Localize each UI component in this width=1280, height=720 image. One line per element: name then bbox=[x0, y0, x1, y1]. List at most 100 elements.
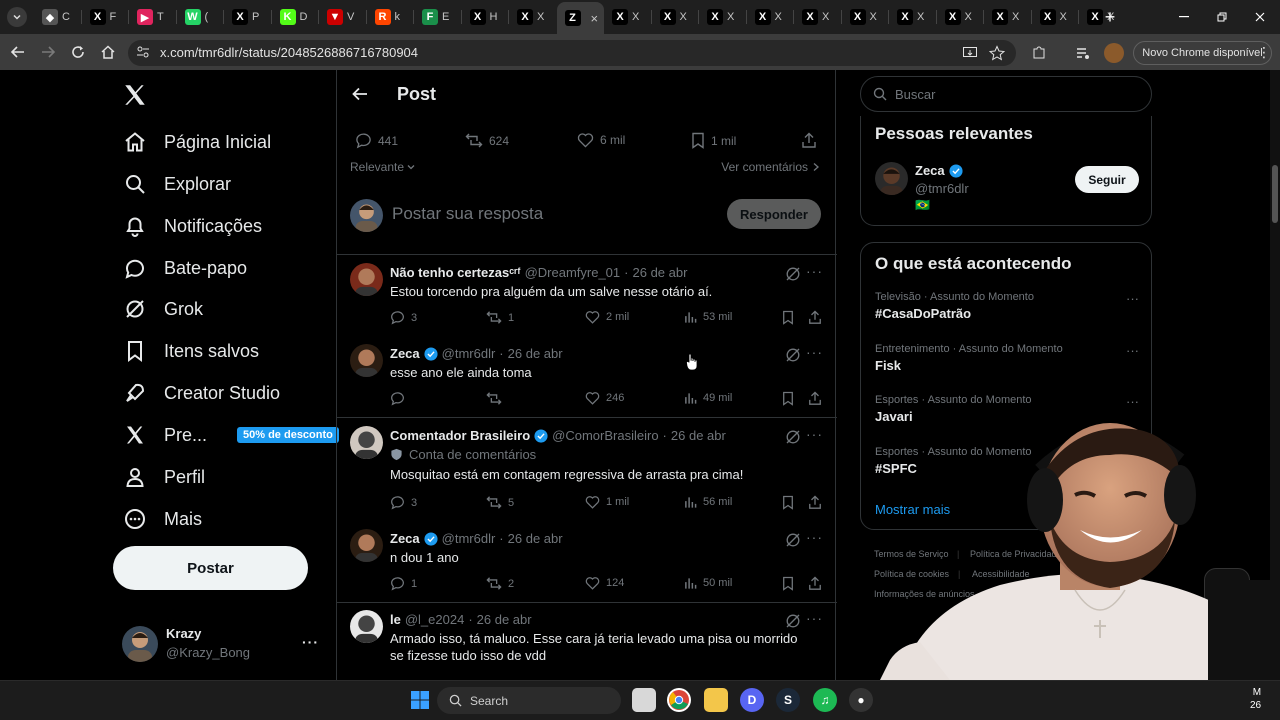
avatar[interactable] bbox=[350, 610, 383, 643]
sidebar-item-bell[interactable]: Notificações bbox=[122, 208, 262, 244]
browser-tab[interactable]: Rk bbox=[367, 4, 415, 30]
more-dots-icon[interactable]: ··· bbox=[1126, 291, 1139, 306]
reply-author-name[interactable]: Zeca bbox=[390, 531, 420, 546]
browser-tab[interactable]: ▶ T bbox=[129, 4, 177, 30]
obs-icon[interactable]: ● bbox=[849, 688, 873, 712]
reply-author-name[interactable]: le bbox=[390, 612, 401, 627]
like-button[interactable]: 246 bbox=[585, 391, 624, 405]
sort-dropdown[interactable]: Relevante bbox=[350, 160, 416, 174]
browser-tab[interactable]: XX bbox=[842, 4, 890, 30]
browser-tab[interactable]: ▼ V bbox=[319, 4, 367, 30]
avatar[interactable] bbox=[875, 162, 908, 195]
reply-author-handle[interactable]: @l_e2024 bbox=[405, 612, 464, 627]
x-logo-icon[interactable] bbox=[122, 82, 148, 108]
spotify-icon[interactable]: ♫ bbox=[813, 688, 837, 712]
repost-count-button[interactable]: 624 bbox=[465, 132, 509, 149]
views-button[interactable]: 49 mil bbox=[684, 391, 732, 405]
reply-button[interactable]: 3 bbox=[390, 495, 417, 510]
grok-icon[interactable] bbox=[785, 429, 801, 445]
grok-icon[interactable] bbox=[785, 613, 801, 629]
browser-tab[interactable]: XF bbox=[82, 4, 130, 30]
sidebar-item-home[interactable]: Página Inicial bbox=[122, 124, 271, 160]
share-button[interactable] bbox=[801, 132, 817, 149]
browser-tab[interactable]: XX bbox=[1032, 4, 1080, 30]
reply-post[interactable]: Comentador Brasileiro @ComorBrasileiro · 26… bbox=[337, 418, 837, 510]
repost-button[interactable] bbox=[486, 391, 508, 406]
install-app-icon[interactable] bbox=[958, 41, 982, 65]
file-explorer-icon[interactable] bbox=[704, 688, 728, 712]
browser-tab[interactable]: FE bbox=[414, 4, 462, 30]
bookmark-button[interactable] bbox=[782, 495, 794, 510]
back-arrow-icon[interactable] bbox=[351, 85, 369, 103]
reply-author-handle[interactable]: @ComorBrasileiro bbox=[552, 428, 658, 443]
sidebar-item-rocket[interactable]: Creator Studio bbox=[122, 375, 280, 411]
grok-icon[interactable] bbox=[785, 532, 801, 548]
avatar[interactable] bbox=[350, 344, 383, 377]
view-comments-link[interactable]: Ver comentários bbox=[721, 160, 820, 174]
sidebar-item-chat[interactable]: Bate-papo bbox=[122, 250, 247, 286]
person-name-row[interactable]: Zeca bbox=[915, 163, 963, 178]
chrome-app-icon[interactable] bbox=[667, 688, 691, 712]
trend-item[interactable]: Entretenimento · Assunto do Momento Fisk ·… bbox=[875, 343, 1145, 373]
views-button[interactable]: 56 mil bbox=[684, 495, 732, 509]
reply-author-handle[interactable]: @Dreamfyre_01 bbox=[525, 265, 621, 280]
more-dots-icon[interactable]: ··· bbox=[1126, 394, 1139, 409]
reply-post[interactable]: le @l_e2024 · 26 de abr ··· Armado isso, tá m… bbox=[337, 603, 837, 680]
account-switcher[interactable]: Krazy @Krazy_Bong ··· bbox=[122, 626, 322, 666]
bookmark-star-icon[interactable] bbox=[985, 41, 1009, 65]
scrollbar-thumb[interactable] bbox=[1272, 165, 1278, 223]
like-button[interactable]: 2 mil bbox=[585, 310, 629, 324]
more-dots-icon[interactable]: ··· bbox=[806, 344, 823, 360]
like-count-button[interactable]: 6 mil bbox=[577, 132, 625, 148]
url-text[interactable]: x.com/tmr6dlr/status/2048526886716780904 bbox=[160, 45, 418, 60]
repost-button[interactable]: 1 bbox=[486, 310, 514, 325]
browser-tab[interactable]: Z × bbox=[556, 2, 604, 34]
site-info-icon[interactable] bbox=[136, 45, 150, 59]
more-dots-icon[interactable]: ··· bbox=[806, 426, 823, 442]
browser-tab[interactable]: XX bbox=[509, 4, 557, 30]
page-scrollbar[interactable] bbox=[1270, 70, 1280, 680]
avatar[interactable] bbox=[350, 263, 383, 296]
repost-button[interactable]: 5 bbox=[486, 495, 514, 510]
reply-composer-input[interactable]: Postar sua resposta bbox=[392, 204, 543, 224]
reply-date[interactable]: 26 de abr bbox=[508, 531, 563, 546]
browser-tab[interactable]: XX bbox=[794, 4, 842, 30]
reload-button[interactable] bbox=[66, 40, 90, 64]
profile-avatar[interactable] bbox=[1104, 43, 1124, 63]
reply-post[interactable]: Zeca @tmr6dlr · 26 de abr ··· n dou 1 ano 1 2 12… bbox=[337, 522, 837, 604]
reply-button[interactable]: 3 bbox=[390, 310, 417, 325]
tab-search-button[interactable] bbox=[0, 0, 34, 34]
task-view-icon[interactable] bbox=[632, 688, 656, 712]
new-tab-button[interactable]: + bbox=[1090, 0, 1130, 34]
reply-date[interactable]: 26 de abr bbox=[633, 265, 688, 280]
sidebar-item-search[interactable]: Explorar bbox=[122, 166, 231, 202]
more-dots-icon[interactable]: ··· bbox=[806, 610, 823, 626]
views-button[interactable]: 50 mil bbox=[684, 576, 732, 590]
restore-button[interactable] bbox=[1202, 0, 1242, 34]
post-button[interactable]: Postar bbox=[113, 546, 308, 590]
browser-tab[interactable]: XX bbox=[699, 4, 747, 30]
bookmark-button[interactable] bbox=[782, 310, 794, 325]
reply-author-name[interactable]: Comentador Brasileiro bbox=[390, 428, 530, 443]
reply-count-button[interactable]: 441 bbox=[355, 132, 398, 149]
reply-author-name[interactable]: Não tenho certezasᶜʳᶠ bbox=[390, 265, 521, 280]
windows-start-icon[interactable] bbox=[408, 688, 432, 712]
taskbar-clock[interactable]: M 26 bbox=[1250, 686, 1261, 712]
media-control-icon[interactable] bbox=[1071, 41, 1095, 65]
share-button[interactable] bbox=[808, 310, 822, 325]
like-button[interactable]: 1 mil bbox=[585, 495, 629, 509]
discord-icon[interactable]: D bbox=[740, 688, 764, 712]
bookmark-count-button[interactable]: 1 mil bbox=[691, 132, 736, 149]
reply-date[interactable]: 26 de abr bbox=[477, 612, 532, 627]
browser-tab[interactable]: XH bbox=[462, 4, 510, 30]
search-input[interactable]: Buscar bbox=[860, 76, 1152, 112]
browser-tab[interactable]: XP bbox=[224, 4, 272, 30]
chrome-update-button[interactable]: Novo Chrome disponível bbox=[1133, 41, 1272, 65]
reply-author-handle[interactable]: @tmr6dlr bbox=[442, 346, 496, 361]
sidebar-item-more-circle[interactable]: Mais bbox=[122, 501, 202, 537]
browser-tab[interactable]: KD bbox=[272, 4, 320, 30]
more-dots-icon[interactable]: ··· bbox=[1126, 343, 1139, 358]
sidebar-item-user[interactable]: Perfil bbox=[122, 459, 205, 495]
sidebar-item-grok[interactable]: Grok bbox=[122, 291, 203, 327]
sidebar-item-bookmark[interactable]: Itens salvos bbox=[122, 333, 259, 369]
